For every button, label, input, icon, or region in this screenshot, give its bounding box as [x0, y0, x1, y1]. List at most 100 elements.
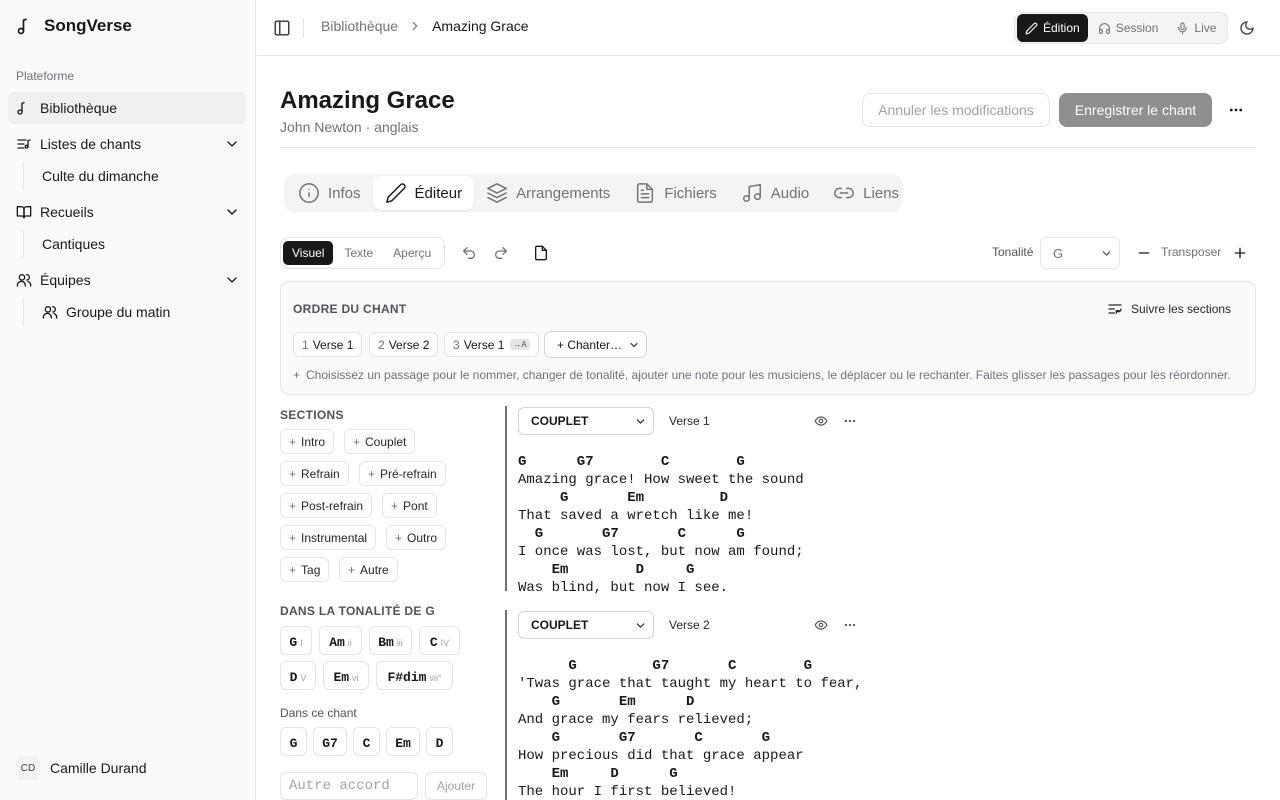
tree-line: [23, 298, 24, 326]
add-section-button[interactable]: + Couplet: [344, 429, 416, 454]
lyric-block[interactable]: G G7 C G 'Twas grace that taught my heart…: [518, 639, 862, 800]
add-section-button[interactable]: + Autre: [339, 557, 398, 582]
plus-icon: +: [395, 530, 403, 545]
add-section-button[interactable]: + Pont: [382, 493, 437, 518]
add-section-button[interactable]: + Refrain: [280, 461, 349, 486]
section-bar: [505, 610, 507, 800]
mode-label: Session: [1115, 21, 1159, 35]
more-horizontal-icon[interactable]: [1228, 102, 1244, 118]
pencil-icon: [1025, 22, 1038, 35]
chord-button[interactable]: C IV: [419, 626, 460, 655]
mode-session[interactable]: Session: [1090, 14, 1167, 42]
breadcrumb: Bibliothèque Amazing Grace: [321, 18, 529, 34]
chant-again-select[interactable]: + Chanter…: [544, 331, 647, 358]
link-icon: [833, 182, 855, 204]
tab-info[interactable]: Infos: [286, 176, 373, 210]
sidebar-subitem-team[interactable]: Groupe du matin: [34, 298, 170, 326]
mode-live[interactable]: Live: [1168, 14, 1224, 42]
tree-line: [23, 162, 24, 190]
chord-degree: ii: [347, 638, 352, 648]
page-title: Amazing Grace: [280, 87, 455, 114]
key-select[interactable]: G: [1040, 237, 1120, 269]
chord-button[interactable]: Am ii: [319, 626, 362, 655]
chord-button[interactable]: Bm iii: [369, 626, 412, 655]
more-horizontal-icon[interactable]: [843, 414, 857, 428]
plus-icon[interactable]: [1232, 245, 1248, 261]
sidebar-item-setlists[interactable]: Listes de chants: [8, 128, 246, 160]
section-type-select[interactable]: COUPLET: [518, 407, 654, 435]
moon-icon[interactable]: [1239, 20, 1255, 36]
add-section-button[interactable]: + Post-refrain: [280, 493, 373, 518]
add-section-button[interactable]: + Tag: [280, 557, 330, 582]
section-bar: [505, 406, 507, 591]
lyric-block[interactable]: G G7 C G Amazing grace! How sweet the sou…: [518, 435, 804, 615]
order-chip[interactable]: 1 Verse 1: [293, 332, 363, 357]
section-name[interactable]: Verse 1: [669, 414, 710, 428]
app-name: SongVerse: [44, 16, 132, 35]
chevron-down-icon[interactable]: [224, 136, 240, 152]
chord-line: G G7 C G: [518, 526, 745, 542]
plus-icon: +: [289, 466, 297, 481]
add-section-button[interactable]: + Instrumental: [280, 525, 377, 550]
cancel-button[interactable]: Annuler les modifications: [862, 93, 1050, 127]
user-menu[interactable]: CD Camille Durand: [16, 756, 146, 780]
headphones-icon: [1098, 22, 1111, 35]
tab-arrangements[interactable]: Arrangements: [474, 176, 622, 210]
tab-files[interactable]: Fichiers: [622, 176, 729, 210]
app-brand[interactable]: SongVerse: [16, 14, 132, 38]
sidebar-item-label: Recueils: [40, 204, 94, 220]
chord-button[interactable]: F#dim vii°: [376, 661, 453, 690]
order-chip[interactable]: 3 Verse 1 →A: [444, 332, 539, 357]
add-section-button[interactable]: + Intro: [280, 429, 335, 454]
add-section-button[interactable]: + Pré-refrain: [359, 461, 446, 486]
chevron-down-icon[interactable]: [224, 272, 240, 288]
view-text[interactable]: Texte: [335, 241, 382, 265]
tab-label: Liens: [863, 184, 900, 202]
tab-links[interactable]: Liens: [821, 176, 911, 210]
chip-label: Verse 2: [388, 337, 430, 352]
breadcrumb-library[interactable]: Bibliothèque: [321, 18, 398, 34]
chord-button[interactable]: Em vi: [323, 661, 369, 690]
sidebar-subitem-songbook[interactable]: Cantiques: [34, 230, 105, 258]
chord-button[interactable]: D: [426, 727, 453, 756]
order-chip[interactable]: 2 Verse 2: [369, 332, 439, 357]
tab-editor[interactable]: Éditeur: [372, 176, 475, 210]
chord-button[interactable]: G7: [313, 727, 347, 756]
section-type-select[interactable]: COUPLET: [518, 611, 654, 639]
chord-button[interactable]: DV: [280, 661, 316, 690]
section-name[interactable]: Verse 2: [669, 618, 710, 632]
more-horizontal-icon[interactable]: [843, 618, 857, 632]
plus-icon: +: [289, 530, 297, 545]
other-chord-input[interactable]: Autre accord: [280, 772, 418, 800]
chord-button[interactable]: G: [280, 727, 307, 756]
save-button[interactable]: Enregistrer le chant: [1059, 93, 1212, 127]
tab-audio[interactable]: Audio: [729, 176, 821, 210]
chord-button[interactable]: GI: [280, 626, 312, 655]
chevron-down-icon[interactable]: [224, 204, 240, 220]
sidebar-item-teams[interactable]: Équipes: [8, 264, 246, 296]
add-chord-button[interactable]: Ajouter: [425, 772, 487, 800]
follow-sections-button[interactable]: Suivre les sections: [1107, 301, 1231, 317]
sidebar-item-label: Listes de chants: [40, 136, 142, 152]
chord-button[interactable]: Em: [386, 727, 420, 756]
minus-icon[interactable]: [1136, 245, 1152, 261]
view-preview[interactable]: Aperçu: [384, 241, 440, 265]
chord-button[interactable]: C: [353, 727, 380, 756]
file-icon[interactable]: [533, 245, 549, 261]
sidebar-toggle-icon[interactable]: [273, 19, 291, 37]
section-type: COUPLET: [531, 618, 589, 632]
microphone-icon: [1176, 22, 1189, 35]
eye-icon[interactable]: [814, 414, 828, 428]
song-order-panel: ORDRE DU CHANT Suivre les sections 1 Ver…: [280, 281, 1256, 395]
undo-icon[interactable]: [461, 245, 477, 261]
view-visual[interactable]: Visuel: [283, 241, 334, 265]
redo-icon[interactable]: [493, 245, 509, 261]
eye-icon[interactable]: [814, 618, 828, 632]
sidebar-item-songbooks[interactable]: Recueils: [8, 196, 246, 228]
mode-edit[interactable]: Édition: [1017, 14, 1088, 42]
sidebar-subitem-label: Groupe du matin: [66, 304, 171, 320]
sidebar-subitem-setlist[interactable]: Culte du dimanche: [34, 162, 159, 190]
view-toggle: Visuel Texte Aperçu: [280, 237, 445, 269]
sidebar-item-library[interactable]: Bibliothèque: [8, 92, 246, 124]
add-section-button[interactable]: + Outro: [386, 525, 447, 550]
